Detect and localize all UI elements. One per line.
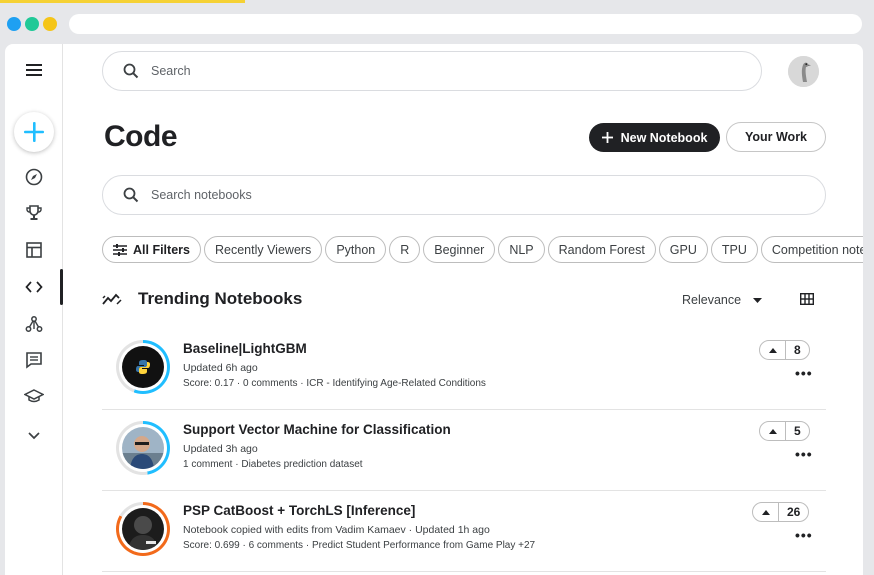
accent-strip xyxy=(0,0,245,3)
code-icon[interactable] xyxy=(17,269,63,305)
search-input[interactable]: Search xyxy=(102,51,762,91)
more-options-icon[interactable]: ••• xyxy=(795,365,813,381)
your-work-button[interactable]: Your Work xyxy=(726,122,826,152)
notebook-row[interactable]: PSP CatBoost + TorchLS [Inference] Noteb… xyxy=(102,491,826,572)
notebook-search-input[interactable]: Search notebooks xyxy=(102,175,826,215)
vote-count: 8 xyxy=(794,343,801,357)
all-filters-button[interactable]: All Filters xyxy=(102,236,201,263)
more-options-icon[interactable]: ••• xyxy=(795,446,813,462)
notebook-meta: Score: 0.699 · 6 comments · Predict Stud… xyxy=(183,540,536,551)
caret-down-icon xyxy=(753,297,763,303)
more-options-icon[interactable]: ••• xyxy=(795,527,813,543)
vote-count: 26 xyxy=(787,505,801,519)
trophy-icon[interactable] xyxy=(17,198,51,228)
discussion-icon[interactable] xyxy=(17,345,51,375)
window-maximize-dot[interactable] xyxy=(43,17,57,31)
filter-chip-nlp[interactable]: NLP xyxy=(498,236,545,263)
filter-chip-recently-viewed[interactable]: Recently Viewers xyxy=(203,236,323,263)
avatar[interactable] xyxy=(788,56,819,87)
window-minimize-dot[interactable] xyxy=(25,17,39,31)
trending-icon xyxy=(102,293,122,305)
notebook-updated: Notebook copied with edits from Vadim Ka… xyxy=(183,524,490,536)
filter-chip-python[interactable]: Python xyxy=(325,236,387,263)
compass-icon[interactable] xyxy=(17,162,51,192)
filter-chip-gpu[interactable]: GPU xyxy=(658,236,708,263)
filter-chip-tpu[interactable]: TPU xyxy=(710,236,758,263)
search-icon xyxy=(123,187,139,203)
search-placeholder: Search xyxy=(151,64,191,78)
grid-view-icon[interactable] xyxy=(799,292,815,310)
python-logo-icon xyxy=(136,360,150,374)
main-content: Search Code New Notebook Your Work Searc… xyxy=(63,44,863,575)
search-icon xyxy=(123,63,139,79)
trending-title: Trending Notebooks xyxy=(138,289,303,308)
new-notebook-button[interactable]: New Notebook xyxy=(589,123,720,152)
caret-up-icon xyxy=(768,428,777,434)
create-button[interactable] xyxy=(14,112,54,152)
notebook-thumbnail xyxy=(116,340,170,394)
notebook-updated: Updated 6h ago xyxy=(183,362,258,374)
notebook-row[interactable]: Support Vector Machine for Classificatio… xyxy=(102,410,826,491)
caret-up-icon xyxy=(768,347,777,353)
upvote-button[interactable]: 8 xyxy=(759,340,810,360)
notebook-thumbnail xyxy=(116,421,170,475)
notebook-title[interactable]: PSP CatBoost + TorchLS [Inference] xyxy=(183,503,415,518)
plus-icon xyxy=(601,132,613,143)
filter-chip-beginner[interactable]: Beginner xyxy=(423,236,496,263)
caret-up-icon xyxy=(761,509,770,515)
upvote-button[interactable]: 5 xyxy=(759,421,810,441)
ostrich-avatar xyxy=(788,56,819,87)
sidebar xyxy=(5,44,63,575)
sort-label: Relevance xyxy=(682,293,742,307)
notebook-updated: Updated 3h ago xyxy=(183,443,258,455)
notebook-title[interactable]: Support Vector Machine for Classificatio… xyxy=(183,422,451,437)
trending-header: Trending Notebooks xyxy=(102,289,302,309)
plus-icon xyxy=(24,122,44,142)
filter-icon xyxy=(113,243,127,256)
notebook-title[interactable]: Baseline|LightGBM xyxy=(183,341,307,356)
notebook-search-placeholder: Search notebooks xyxy=(151,188,252,202)
all-filters-label: All Filters xyxy=(133,242,190,257)
address-bar[interactable] xyxy=(69,14,862,34)
notebook-row[interactable]: Baseline|LightGBM Updated 6h ago Score: … xyxy=(102,329,826,410)
author-photo xyxy=(122,508,164,550)
filter-chips: All Filters Recently Viewers Python R Begin… xyxy=(102,236,863,264)
learn-icon[interactable] xyxy=(17,381,51,411)
author-photo xyxy=(122,427,164,469)
sort-dropdown[interactable]: Relevance xyxy=(682,293,763,307)
notebook-thumbnail xyxy=(116,502,170,556)
models-icon[interactable] xyxy=(17,309,51,339)
chevron-down-icon[interactable] xyxy=(17,420,51,450)
window-close-dot[interactable] xyxy=(7,17,21,31)
new-notebook-label: New Notebook xyxy=(620,130,708,145)
menu-icon[interactable] xyxy=(17,55,51,85)
notebook-meta: Score: 0.17 · 0 comments · ICR - Identif… xyxy=(183,378,486,389)
app-window: Search Code New Notebook Your Work Searc… xyxy=(5,44,863,575)
window-controls xyxy=(7,17,57,31)
table-icon[interactable] xyxy=(17,235,51,265)
page-title: Code xyxy=(104,120,178,153)
upvote-button[interactable]: 26 xyxy=(752,502,810,522)
filter-chip-r[interactable]: R xyxy=(389,236,421,263)
your-work-label: Your Work xyxy=(744,130,808,144)
vote-count: 5 xyxy=(794,424,801,438)
filter-chip-random-forest[interactable]: Random Forest xyxy=(547,236,656,263)
notebook-meta: 1 comment · Diabetes prediction dataset xyxy=(183,459,363,470)
filter-chip-competition[interactable]: Competition notebook xyxy=(760,236,863,263)
